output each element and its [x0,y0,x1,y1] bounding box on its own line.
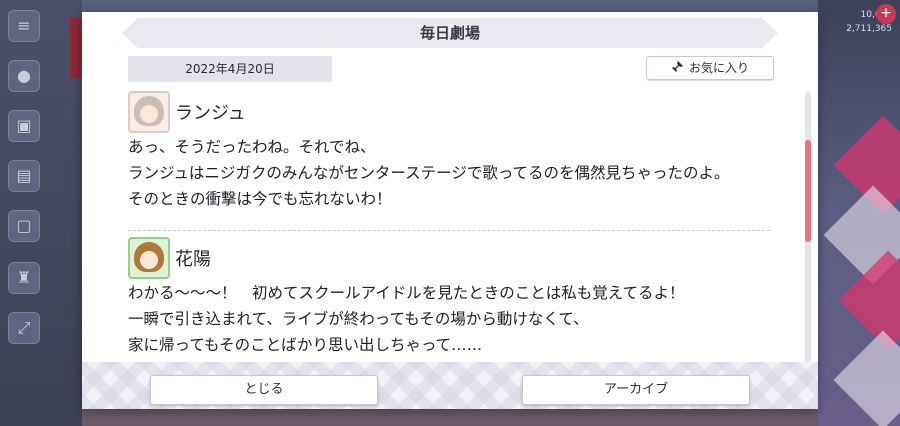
screen-icon[interactable]: ▢ [8,210,40,242]
speaker-name: 花陽 [175,249,211,270]
gift-icon[interactable]: ▤ [8,160,40,192]
add-resource-button[interactable]: + [876,4,896,24]
speaker-row: 花陽 [128,236,772,280]
speech-icon[interactable]: ● [8,60,40,92]
dialogue-line: そのときの衝撃は今でも忘れないわ！ [128,190,392,208]
favorite-label: お気に入り [688,61,749,75]
dialog-title: 毎日劇場 [419,24,480,42]
entry-divider [128,230,770,231]
bag-icon[interactable]: ▣ [8,110,40,142]
expand-icon[interactable]: ⤢ [8,312,40,344]
dialogue-scroll-area[interactable]: ランジュ あっ、そうだったわね。それでね、 ランジュはニジガクのみんながセンター… [128,90,772,368]
dialogue-line: わかる～～～！ 初めてスクールアイドルを見たときのことは私も覚えてるよ！ [128,284,685,302]
favorite-button[interactable]: お気に入り [646,56,774,80]
menu-icon[interactable]: ≡ [8,10,40,42]
pin-icon [670,57,683,79]
background-tile [833,330,900,426]
dialogue-line: 一瞬で引き込まれて、ライブが終わってもその場から動けなくて、 [128,310,589,328]
dialogue-line: あっ、そうだったわね。それでね、 [128,138,376,156]
speaker-row: ランジュ [128,90,772,134]
close-button[interactable]: とじる [150,375,378,405]
daily-theater-dialog: 毎日劇場 2022年4月20日 お気に入り ランジュ あっ、そうだったわね。それ… [82,12,818,409]
trophy-icon[interactable]: ♜ [8,262,40,294]
dialogue-line: 家に帰ってもそのことばかり思い出しちゃって…… [128,336,483,354]
dialogue-entry: ランジュ あっ、そうだったわね。それでね、 ランジュはニジガクのみんながセンター… [128,90,772,212]
title-bar: 毎日劇場 [122,18,778,48]
dialogue-line: ランジュはニジガクのみんながセンターステージで歌ってるのを偶然見ちゃったのよ。 [128,164,730,182]
dialogue-entry: 花陽 わかる～～～！ 初めてスクールアイドルを見たときのことは私も覚えてるよ！ … [128,236,772,358]
resource-count-bottom: 2,711,365 [846,24,892,34]
date-label: 2022年4月20日 [128,56,332,82]
right-panel [818,0,900,426]
speaker-name: ランジュ [175,103,246,124]
archive-button[interactable]: アーカイブ [522,375,750,405]
avatar [128,237,170,279]
scrollbar-thumb[interactable] [805,140,811,242]
avatar [128,91,170,133]
